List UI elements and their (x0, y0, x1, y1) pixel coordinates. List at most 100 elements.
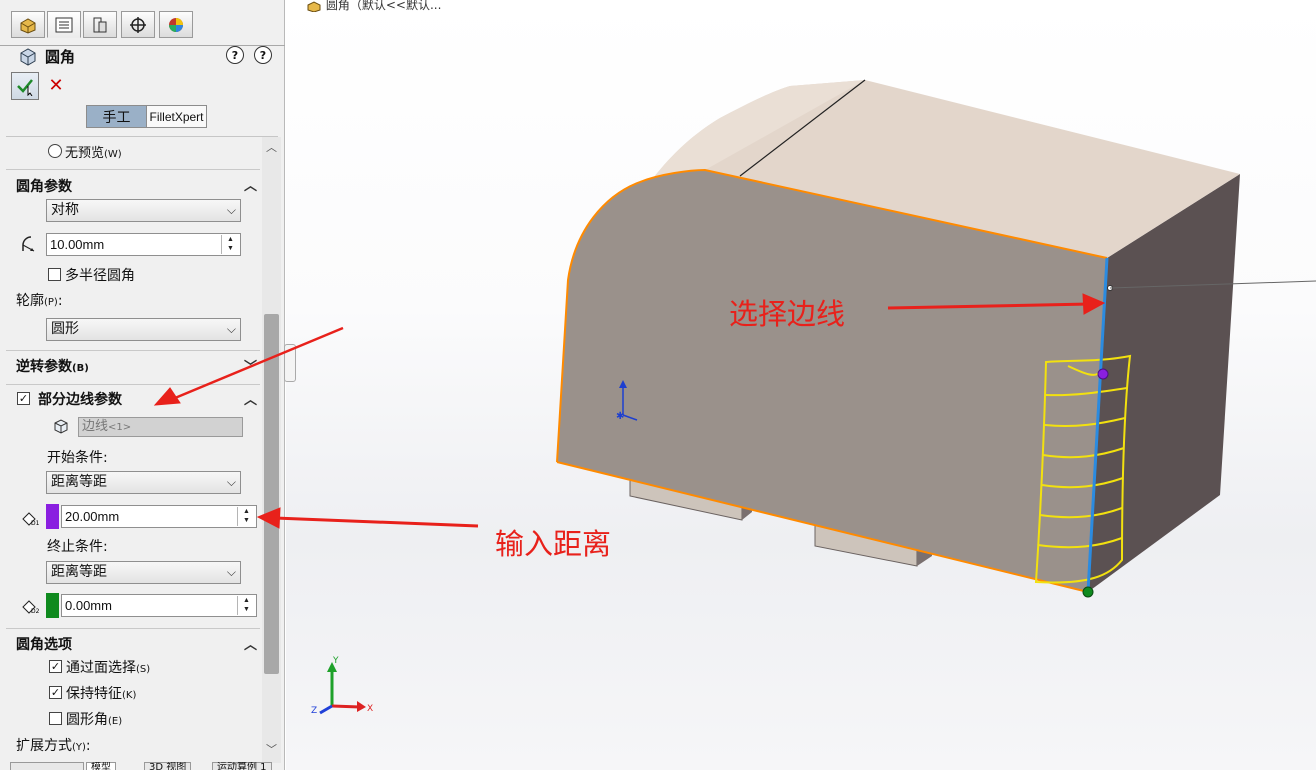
whats-wrong-help-icon[interactable]: ? (226, 46, 244, 64)
tab-spacer (10, 762, 84, 770)
start-condition-label: 开始条件: (47, 450, 108, 466)
end-distance-spinner[interactable]: ▲ ▼ (237, 596, 255, 615)
start-distance-spinner[interactable]: ▲ ▼ (237, 507, 255, 526)
overflow-type-label-row: 扩展方式(Y): (0, 735, 262, 755)
scroll-up-icon[interactable]: ︿ (265, 141, 278, 154)
spin-up-icon[interactable]: ▲ (222, 235, 239, 244)
chevron-down-icon: ⌵ (226, 565, 236, 579)
crosshair-icon (130, 16, 146, 33)
tab-display-manager[interactable] (159, 11, 193, 38)
help-icon[interactable]: ? (254, 46, 272, 64)
fillet-parameters-section-header[interactable]: 圆角参数 ︿ (0, 175, 262, 195)
property-manager-panel: 圆角 ? ? ✕ 手工 FilletXpert 无预览(W) 圆角参数 ︿ 对称… (0, 0, 285, 770)
no-preview-radio[interactable] (48, 144, 62, 158)
tab-configuration-manager[interactable] (83, 11, 117, 38)
select-through-faces-option[interactable]: ✓ 通过面选择(S) (0, 657, 262, 677)
multi-radius-label: 多半径圆角 (65, 268, 135, 284)
property-manager-scrollbar[interactable]: ︿ ﹀ (262, 137, 281, 763)
spin-down-icon[interactable]: ▼ (238, 605, 255, 614)
bottom-tab-bar: 模型 3D 视图 运动算例 1 (0, 762, 320, 770)
end-distance-value: 0.00mm (65, 598, 112, 613)
profile-shortcut: (P) (44, 297, 58, 308)
manager-tab-strip (0, 8, 285, 46)
select-through-faces-label: 通过面选择 (66, 660, 136, 676)
tab-dimxpert-manager[interactable] (121, 11, 155, 38)
setback-section-header[interactable]: 逆转参数(B) ﹀ (0, 356, 262, 376)
end-condition-label: 终止条件: (47, 539, 108, 555)
chevron-down-icon: ⌵ (226, 203, 236, 217)
tab-feature-manager[interactable] (11, 11, 45, 38)
round-corners-option[interactable]: 圆形角(E) (0, 709, 262, 729)
tab-3d-views[interactable]: 3D 视图 (144, 762, 192, 770)
profile-select[interactable]: 圆形 ⌵ (46, 318, 241, 341)
select-through-faces-checkbox[interactable]: ✓ (49, 660, 62, 673)
cancel-button[interactable]: ✕ (46, 75, 66, 96)
edge-selection-icon (54, 419, 68, 434)
partial-edge-checkbox[interactable]: ✓ (17, 392, 30, 405)
overflow-type-shortcut: (Y) (72, 742, 86, 753)
scrollbar-thumb[interactable] (264, 314, 279, 674)
end-distance-icon: D2 (22, 600, 40, 615)
property-manager-header: 圆角 ? ? (0, 42, 285, 70)
end-distance-input[interactable]: 0.00mm ▲ ▼ (61, 594, 257, 617)
chevron-down-icon: ⌵ (226, 475, 236, 489)
spin-down-icon[interactable]: ▼ (222, 244, 239, 253)
collapse-icon[interactable]: ︿ (244, 634, 257, 653)
setback-shortcut: (B) (72, 363, 89, 374)
no-preview-shortcut: (W) (104, 149, 122, 160)
fillet-options-section-header[interactable]: 圆角选项 ︿ (0, 634, 262, 654)
end-color-swatch (46, 593, 59, 618)
fillet-method-select[interactable]: 对称 ⌵ (46, 199, 241, 222)
tab-motion-study[interactable]: 运动算例 1 (212, 762, 272, 770)
no-preview-option[interactable]: 无预览(W) (0, 141, 262, 161)
tab-property-manager[interactable] (47, 11, 81, 38)
page-title: 圆角 (45, 48, 76, 66)
spin-up-icon[interactable]: ▲ (238, 507, 255, 516)
round-corners-checkbox[interactable] (49, 712, 62, 725)
ok-button[interactable] (11, 72, 39, 100)
annotation-select-edge: 选择边线 (729, 297, 846, 331)
overflow-type-label: 扩展方式 (16, 738, 72, 754)
profile-value: 圆形 (51, 321, 79, 337)
keep-features-option[interactable]: ✓ 保持特征(K) (0, 683, 262, 703)
start-condition-value: 距离等距 (51, 474, 107, 490)
start-condition-select[interactable]: 距离等距 ⌵ (46, 471, 241, 494)
keep-features-checkbox[interactable]: ✓ (49, 686, 62, 699)
filletxpert-mode-button[interactable]: FilletXpert (147, 105, 207, 128)
panel-splitter-handle[interactable] (284, 344, 296, 382)
svg-text:D2: D2 (31, 608, 40, 615)
edge-selection-box[interactable]: 边线<1> (78, 417, 243, 437)
keep-features-shortcut: (K) (122, 690, 137, 701)
property-manager-icon (55, 17, 73, 32)
graphics-area[interactable] (286, 0, 1316, 770)
round-corners-shortcut: (E) (108, 716, 123, 727)
fillet-parameters-title: 圆角参数 (16, 179, 72, 195)
end-condition-select[interactable]: 距离等距 ⌵ (46, 561, 241, 584)
expand-icon[interactable]: ﹀ (244, 356, 257, 375)
radius-input[interactable]: 10.00mm ▲ ▼ (46, 233, 241, 256)
radius-spinner[interactable]: ▲ ▼ (221, 235, 239, 254)
chevron-down-icon: ⌵ (226, 322, 236, 336)
spin-up-icon[interactable]: ▲ (238, 596, 255, 605)
divider (6, 350, 260, 351)
spin-down-icon[interactable]: ▼ (238, 516, 255, 525)
start-distance-icon: D1 (22, 512, 40, 527)
feature-breadcrumb[interactable]: 圆角（默认<<默认... (306, 0, 441, 13)
divider (6, 169, 260, 170)
edge-item-label: 边线 (82, 419, 109, 434)
multi-radius-checkbox[interactable] (48, 268, 61, 281)
profile-label: 轮廓 (16, 293, 44, 309)
multi-radius-option[interactable]: 多半径圆角 (0, 265, 262, 285)
manual-mode-button[interactable]: 手工 (86, 105, 147, 128)
partial-edge-title: 部分边线参数 (38, 392, 122, 408)
collapse-icon[interactable]: ︿ (244, 175, 257, 194)
end-condition-value: 距离等距 (51, 564, 107, 580)
start-distance-input[interactable]: 20.00mm ▲ ▼ (61, 505, 257, 528)
collapse-icon[interactable]: ︿ (244, 389, 257, 408)
scroll-down-icon[interactable]: ﹀ (265, 743, 278, 756)
svg-text:D1: D1 (31, 520, 40, 527)
select-through-faces-shortcut: (S) (136, 664, 151, 675)
tab-model[interactable]: 模型 (86, 762, 116, 770)
round-corners-label: 圆形角 (66, 712, 108, 728)
partial-edge-section-header[interactable]: ✓ 部分边线参数 ︿ (0, 389, 262, 409)
